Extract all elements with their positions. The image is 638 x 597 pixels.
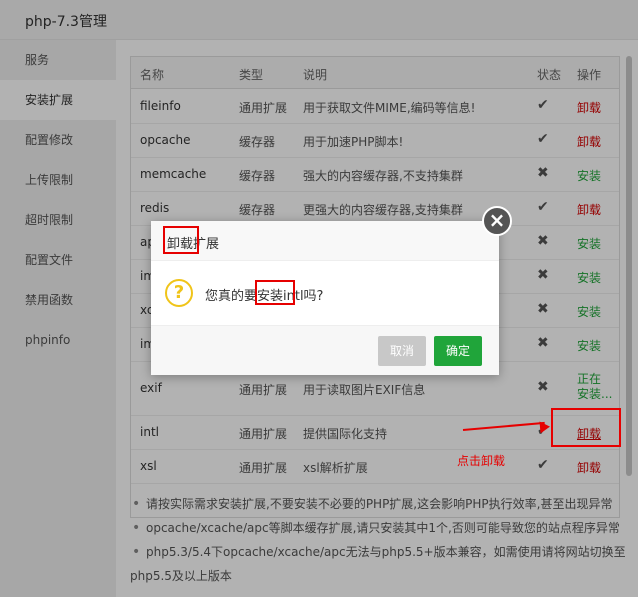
dialog-footer: 取消 确定 [151, 325, 499, 375]
highlight-box-title [163, 226, 199, 254]
confirm-dialog: 卸载扩展 ? 您真的要安装intl吗? 取消 确定 [151, 221, 499, 375]
confirm-button[interactable]: 确定 [434, 336, 482, 366]
highlight-box-uninstall [551, 408, 621, 447]
dialog-header: 卸载扩展 [151, 221, 499, 261]
close-icon[interactable]: × [482, 206, 512, 236]
question-icon: ? [165, 279, 193, 307]
annotation-arrowhead-icon [539, 420, 551, 434]
highlight-box-install-word [255, 280, 295, 305]
cancel-button[interactable]: 取消 [378, 336, 426, 366]
annotation-label: 点击卸载 [457, 454, 506, 468]
